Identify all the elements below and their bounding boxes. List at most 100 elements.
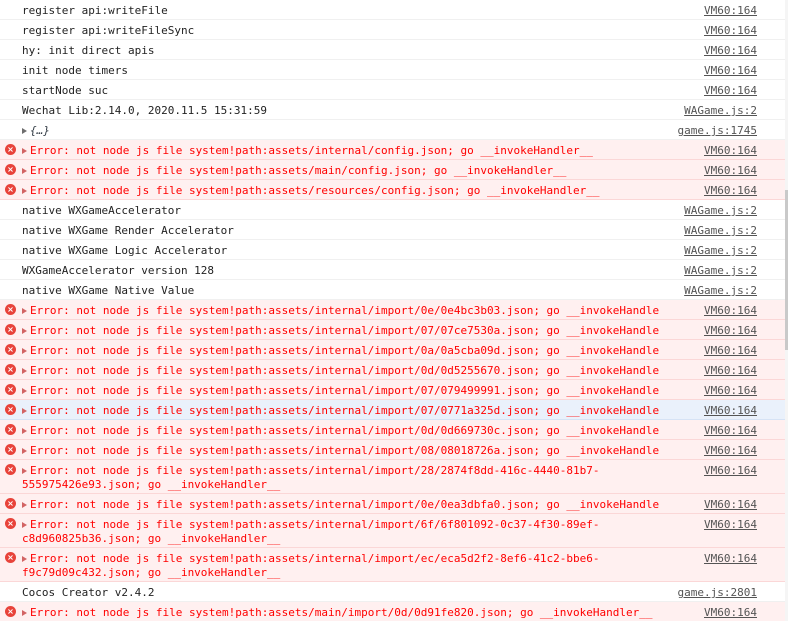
console-error-row: × Error: not node js file system!path:ass… (0, 160, 788, 180)
source-link[interactable]: VM60:164 (704, 4, 757, 18)
console-message-text: hy: init direct apis (22, 44, 155, 57)
source-link[interactable]: WAGame.js:2 (684, 224, 757, 238)
console-message: Wechat Lib:2.14.0, 2020.11.5 15:31:59 (22, 104, 662, 118)
source-link[interactable]: VM60:164 (704, 606, 757, 620)
source-link[interactable]: VM60:164 (704, 464, 757, 478)
error-icon: × (5, 552, 16, 563)
error-icon: × (5, 184, 16, 195)
error-icon: × (5, 518, 16, 529)
source-link[interactable]: VM60:164 (704, 444, 757, 458)
console-error-row: × Error: not node js file system!path:ass… (0, 494, 788, 525)
console-message: Cocos Creator v2.4.2 (22, 586, 662, 600)
source-link[interactable]: VM60:164 (704, 84, 757, 98)
console-message-text: Error: not node js file system!path:asse… (30, 606, 653, 619)
console-message: register api:writeFile (22, 4, 662, 18)
error-icon: × (5, 464, 16, 475)
source-link[interactable]: VM60:164 (704, 552, 757, 566)
console-message-text: Cocos Creator v2.4.2 (22, 586, 155, 599)
expand-arrow-icon[interactable] (22, 308, 27, 314)
console-message: init node timers (22, 64, 662, 78)
console-message-text: native WXGameAccelerator (22, 204, 181, 217)
console-log-row: Wechat Lib:2.14.0, 2020.11.5 15:31:59 WAG… (0, 100, 788, 120)
expand-arrow-icon[interactable] (22, 502, 27, 508)
error-icon: × (5, 324, 16, 335)
source-link[interactable]: VM60:164 (704, 364, 757, 378)
source-link[interactable]: VM60:164 (704, 184, 757, 198)
expand-arrow-icon[interactable] (22, 556, 27, 562)
expand-arrow-icon[interactable] (22, 148, 27, 154)
expand-arrow-icon[interactable] (22, 522, 27, 528)
expand-arrow-icon[interactable] (22, 168, 27, 174)
console-error-row: × Error: not node js file system!path:ass… (0, 320, 788, 351)
source-link[interactable]: VM60:164 (704, 384, 757, 398)
console-message-text: startNode suc (22, 84, 109, 97)
console-message: register api:writeFileSync (22, 24, 662, 38)
source-link[interactable]: VM60:164 (704, 404, 757, 418)
console-error-row: × Error: not node js file system!path:ass… (0, 440, 788, 471)
console-log-row: native WXGame Native Value WAGame.js:2 (0, 280, 788, 300)
source-link[interactable]: VM60:164 (704, 144, 757, 158)
console-error-row: × Error: not node js file system!path:ass… (0, 340, 788, 371)
expand-arrow-icon[interactable] (22, 328, 27, 334)
source-link[interactable]: VM60:164 (704, 324, 757, 338)
expand-arrow-icon[interactable] (22, 610, 27, 616)
console-message: {…} (22, 124, 662, 138)
source-link[interactable]: VM60:164 (704, 498, 757, 512)
console-error-row: × Error: not node js file system!path:ass… (0, 548, 788, 582)
source-link[interactable]: VM60:164 (704, 24, 757, 38)
source-link[interactable]: game.js:2801 (678, 586, 757, 600)
console-message-text: Error: not node js file system!path:asse… (22, 552, 600, 579)
console-message-text: Error: not node js file system!path:asse… (30, 184, 600, 197)
console-message: startNode suc (22, 84, 662, 98)
source-link[interactable]: WAGame.js:2 (684, 284, 757, 298)
console-message-text: Error: not node js file system!path:asse… (30, 164, 567, 177)
console-message: Error: not node js file system!path:asse… (22, 184, 662, 198)
error-icon: × (5, 424, 16, 435)
console-log-row: startNode suc VM60:164 (0, 80, 788, 100)
error-icon: × (5, 164, 16, 175)
console-log-row: register api:writeFile VM60:164 (0, 0, 788, 20)
expand-arrow-icon[interactable] (22, 368, 27, 374)
source-link[interactable]: VM60:164 (704, 424, 757, 438)
error-icon: × (5, 144, 16, 155)
expand-arrow-icon[interactable] (22, 128, 27, 134)
console-error-row: × Error: not node js file system!path:ass… (0, 380, 788, 411)
console-error-row: × Error: not node js file system!path:ass… (0, 420, 788, 451)
console-log-row: hy: init direct apis VM60:164 (0, 40, 788, 60)
console-message-text: register api:writeFileSync (22, 24, 195, 37)
console-message-text: native WXGame Logic Accelerator (22, 244, 228, 257)
source-link[interactable]: WAGame.js:2 (684, 244, 757, 258)
source-link[interactable]: WAGame.js:2 (684, 204, 757, 218)
console-log-row: {…} game.js:1745 (0, 120, 788, 140)
expand-arrow-icon[interactable] (22, 428, 27, 434)
source-link[interactable]: VM60:164 (704, 64, 757, 78)
expand-arrow-icon[interactable] (22, 348, 27, 354)
console-message-text: Error: not node js file system!path:asse… (22, 518, 600, 545)
console-log-row: native WXGame Render Accelerator WAGame.j… (0, 220, 788, 240)
expand-arrow-icon[interactable] (22, 188, 27, 194)
expand-arrow-icon[interactable] (22, 468, 27, 474)
source-link[interactable]: VM60:164 (704, 304, 757, 318)
console-message: WXGameAccelerator version 128 (22, 264, 662, 278)
source-link[interactable]: VM60:164 (704, 164, 757, 178)
source-link[interactable]: VM60:164 (704, 44, 757, 58)
expand-arrow-icon[interactable] (22, 408, 27, 414)
console-message: Error: not node js file system!path:asse… (22, 606, 662, 620)
error-icon: × (5, 364, 16, 375)
source-link[interactable]: VM60:164 (704, 344, 757, 358)
error-icon: × (5, 344, 16, 355)
source-link[interactable]: VM60:164 (704, 518, 757, 532)
source-link[interactable]: WAGame.js:2 (684, 104, 757, 118)
console-message: native WXGame Render Accelerator (22, 224, 662, 238)
error-icon: × (5, 304, 16, 315)
source-link[interactable]: WAGame.js:2 (684, 264, 757, 278)
console-log-row: native WXGame Logic Accelerator WAGame.js… (0, 240, 788, 260)
error-icon: × (5, 498, 16, 509)
expand-arrow-icon[interactable] (22, 448, 27, 454)
console-message: Error: not node js file system!path:asse… (22, 518, 662, 546)
console-error-row: × Error: not node js file system!path:ass… (0, 514, 788, 548)
expand-arrow-icon[interactable] (22, 388, 27, 394)
source-link[interactable]: game.js:1745 (678, 124, 757, 138)
console-message: Error: not node js file system!path:asse… (22, 144, 662, 158)
console-panel: register api:writeFile VM60:164 register a… (0, 0, 788, 621)
